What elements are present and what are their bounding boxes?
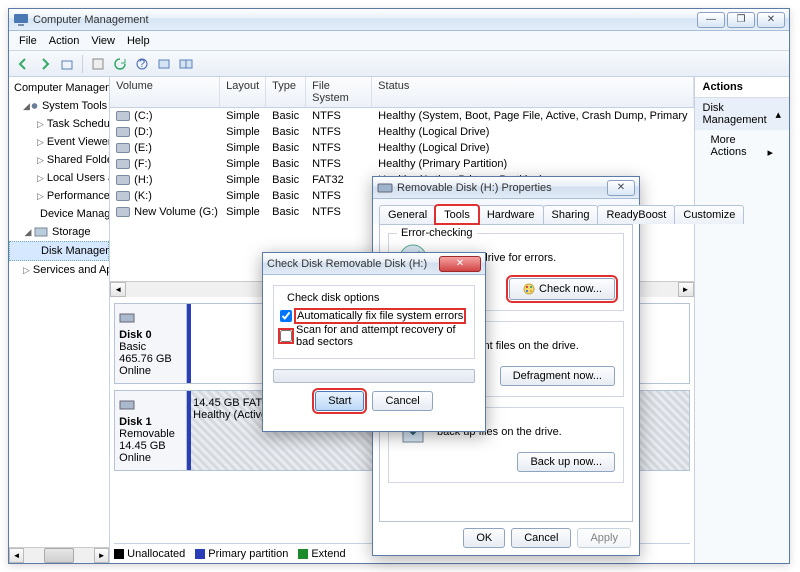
tree-device-manager[interactable]: Device Manager (9, 205, 109, 223)
extra-button-1[interactable] (154, 54, 174, 74)
col-volume[interactable]: Volume (110, 77, 220, 107)
col-layout[interactable]: Layout (220, 77, 266, 107)
tab-hardware[interactable]: Hardware (478, 205, 544, 224)
cancel-button[interactable]: Cancel (511, 528, 571, 548)
up-button[interactable] (57, 54, 77, 74)
help-button[interactable]: ? (132, 54, 152, 74)
toolbar: ? (9, 51, 789, 77)
scan-bad-row: Scan for and attempt recovery of bad sec… (280, 324, 468, 348)
auto-fix-row: Automatically fix file system errors (280, 310, 468, 322)
collapse-icon: ▴ (775, 108, 781, 121)
ok-button[interactable]: OK (463, 528, 505, 548)
chkdsk-title: Check Disk Removable Disk (H:) (267, 258, 439, 270)
minimize-button[interactable]: — (697, 12, 725, 28)
volume-icon (116, 207, 130, 217)
tree-disk-management[interactable]: Disk Management (9, 241, 109, 261)
volume-header[interactable]: Volume Layout Type File System Status (110, 77, 693, 108)
volume-icon (116, 127, 130, 137)
menu-file[interactable]: File (13, 33, 43, 49)
col-fs[interactable]: File System (306, 77, 372, 107)
check-disk-options: Check disk options Automatically fix fil… (273, 285, 475, 359)
volume-icon (116, 175, 130, 185)
tree-system-tools[interactable]: ◢System Tools (9, 97, 109, 115)
actions-section[interactable]: Disk Management▴ (695, 98, 790, 130)
properties-button[interactable] (88, 54, 108, 74)
apply-button: Apply (577, 528, 631, 548)
actions-header: Actions (695, 77, 790, 98)
tree-event-viewer[interactable]: ▷Event Viewer (9, 133, 109, 151)
tree-performance[interactable]: ▷Performance (9, 187, 109, 205)
tab-readyboost[interactable]: ReadyBoost (597, 205, 675, 224)
props-titlebar[interactable]: Removable Disk (H:) Properties ✕ (373, 177, 639, 199)
tree-scrollbar[interactable]: ◄► (9, 547, 109, 563)
col-status[interactable]: Status (372, 77, 693, 107)
disk-icon (119, 310, 135, 326)
forward-button[interactable] (35, 54, 55, 74)
actions-more[interactable]: More Actions▸ (695, 130, 790, 162)
tree-services[interactable]: ▷Services and Applications (9, 261, 109, 279)
menu-help[interactable]: Help (121, 33, 156, 49)
volume-icon (116, 159, 130, 169)
volume-icon (116, 111, 130, 121)
volume-row[interactable]: (F:)SimpleBasicNTFSHealthy (Primary Part… (110, 156, 693, 172)
menu-action[interactable]: Action (43, 33, 86, 49)
props-tabs: General Tools Hardware Sharing ReadyBoos… (373, 199, 639, 224)
tab-general[interactable]: General (379, 205, 436, 224)
app-icon (13, 12, 29, 28)
tab-tools[interactable]: Tools (435, 205, 479, 224)
volume-icon (116, 191, 130, 201)
actions-pane: Actions Disk Management▴ More Actions▸ (695, 77, 790, 563)
tree-root[interactable]: Computer Management (Local) (9, 79, 109, 97)
check-disk-dialog: Check Disk Removable Disk (H:) ✕ Check d… (262, 252, 486, 432)
backup-button[interactable]: Back up now... (517, 452, 615, 472)
volume-row[interactable]: (E:)SimpleBasicNTFSHealthy (Logical Driv… (110, 140, 693, 156)
progress-bar (273, 369, 475, 383)
chevron-right-icon: ▸ (767, 146, 773, 159)
menubar: File Action View Help (9, 31, 789, 51)
tab-sharing[interactable]: Sharing (543, 205, 599, 224)
auto-fix-checkbox[interactable] (280, 310, 292, 322)
start-button[interactable]: Start (315, 391, 364, 411)
props-title: Removable Disk (H:) Properties (397, 182, 607, 194)
tree-task-scheduler[interactable]: ▷Task Scheduler (9, 115, 109, 133)
props-close-button[interactable]: ✕ (607, 180, 635, 196)
maximize-button[interactable]: ❐ (727, 12, 755, 28)
tree-storage[interactable]: ◢Storage (9, 223, 109, 241)
extra-button-2[interactable] (176, 54, 196, 74)
tree-local-users[interactable]: ▷Local Users and Groups (9, 169, 109, 187)
chkdsk-titlebar[interactable]: Check Disk Removable Disk (H:) ✕ (263, 253, 485, 275)
drive-icon (377, 180, 393, 196)
menu-view[interactable]: View (85, 33, 121, 49)
disk-icon (119, 397, 135, 413)
refresh-button[interactable] (110, 54, 130, 74)
defragment-button[interactable]: Defragment now... (500, 366, 615, 386)
window-title: Computer Management (33, 14, 697, 26)
back-button[interactable] (13, 54, 33, 74)
col-type[interactable]: Type (266, 77, 306, 107)
scan-bad-checkbox[interactable] (280, 330, 292, 342)
close-button[interactable]: ✕ (757, 12, 785, 28)
titlebar[interactable]: Computer Management — ❐ ✕ (9, 9, 789, 31)
chkdsk-close-button[interactable]: ✕ (439, 256, 481, 272)
svg-text:?: ? (139, 58, 145, 70)
volume-row[interactable]: (C:)SimpleBasicNTFSHealthy (System, Boot… (110, 108, 693, 124)
volume-row[interactable]: (D:)SimpleBasicNTFSHealthy (Logical Driv… (110, 124, 693, 140)
tree-shared-folders[interactable]: ▷Shared Folders (9, 151, 109, 169)
chkdsk-cancel-button[interactable]: Cancel (372, 391, 432, 411)
check-now-button[interactable]: Check now... (509, 278, 615, 300)
volume-icon (116, 143, 130, 153)
nav-tree[interactable]: Computer Management (Local) ◢System Tool… (9, 77, 110, 563)
tab-customize[interactable]: Customize (674, 205, 744, 224)
